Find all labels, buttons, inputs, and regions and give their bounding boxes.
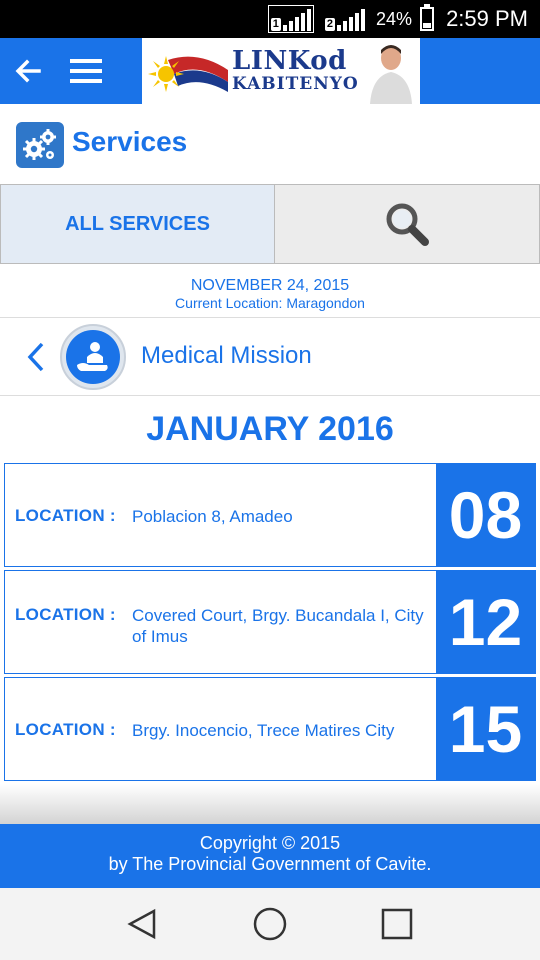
event-day: 08 bbox=[436, 464, 535, 566]
current-date: NOVEMBER 24, 2015 bbox=[190, 277, 350, 294]
arrow-left-icon bbox=[15, 59, 41, 83]
status-bar: 1 2 24% 2:59 PM bbox=[0, 0, 540, 38]
sim1-signal-icon: 1 bbox=[267, 5, 314, 33]
event-item[interactable]: LOCATION : Covered Court, Brgy. Bucandal… bbox=[4, 570, 536, 674]
event-item[interactable]: LOCATION : Brgy. Inocencio, Trece Matire… bbox=[4, 677, 536, 781]
governor-photo bbox=[370, 45, 412, 104]
sim2-signal-icon: 2 bbox=[322, 5, 368, 33]
month-heading: JANUARY 2016 bbox=[146, 410, 394, 448]
event-location-label: LOCATION : bbox=[15, 720, 116, 739]
date-location-info: NOVEMBER 24, 2015 Current Location: Mara… bbox=[0, 264, 540, 318]
nav-home-button[interactable] bbox=[248, 902, 292, 946]
hamburger-menu-icon bbox=[70, 59, 102, 63]
event-location-label: LOCATION : bbox=[15, 506, 116, 525]
category-label: Medical Mission bbox=[141, 342, 312, 369]
nav-recents-button[interactable] bbox=[375, 902, 419, 946]
chevron-left-icon[interactable] bbox=[22, 340, 50, 374]
tab-search[interactable] bbox=[275, 184, 540, 264]
footer-owner: by The Provincial Government of Cavite. bbox=[108, 854, 432, 874]
tab-all-services[interactable]: ALL SERVICES bbox=[0, 184, 275, 264]
gears-icon bbox=[16, 122, 64, 168]
category-row: Medical Mission bbox=[0, 318, 540, 396]
nav-back-button[interactable] bbox=[121, 902, 165, 946]
status-icons: 1 2 24% 2:59 PM bbox=[267, 0, 528, 38]
services-header: Services bbox=[0, 104, 540, 184]
footer-copyright: Copyright © 2015 bbox=[199, 833, 341, 853]
event-location-label: LOCATION : bbox=[15, 605, 116, 624]
event-location: Poblacion 8, Amadeo bbox=[132, 507, 293, 526]
page-title: Services bbox=[72, 126, 188, 157]
app-bar: LINKod KABITENYO bbox=[0, 38, 540, 104]
logo-text: LINKod KABITENYO bbox=[232, 48, 359, 93]
square-recents-icon bbox=[381, 908, 412, 940]
event-day: 12 bbox=[436, 571, 535, 673]
system-nav-bar bbox=[0, 888, 540, 960]
event-location: Covered Court, Brgy. Bucandala I, City o… bbox=[132, 606, 424, 646]
menu-button[interactable] bbox=[66, 51, 106, 91]
event-item[interactable]: LOCATION : Poblacion 8, Amadeo 08 bbox=[4, 463, 536, 567]
battery-charging-icon bbox=[420, 4, 435, 31]
medical-mission-icon bbox=[60, 324, 126, 390]
clock: 2:59 PM bbox=[446, 6, 528, 31]
sun-flag-icon bbox=[148, 56, 228, 92]
app-logo: LINKod KABITENYO bbox=[142, 38, 420, 104]
sim1-label: 1 bbox=[270, 18, 281, 31]
event-location: Brgy. Inocencio, Trece Matires City bbox=[132, 721, 395, 740]
footer: Copyright © 2015 by The Provincial Gover… bbox=[0, 824, 540, 888]
event-day: 15 bbox=[436, 678, 535, 780]
current-location: Current Location: Maragondon bbox=[175, 295, 365, 311]
sim2-label: 2 bbox=[324, 18, 336, 31]
logo-line1: LINKod bbox=[232, 46, 347, 76]
battery-percent: 24% bbox=[376, 8, 413, 29]
back-button[interactable] bbox=[8, 51, 48, 91]
service-tabs: ALL SERVICES bbox=[0, 184, 540, 264]
triangle-back-icon bbox=[127, 908, 156, 940]
circle-home-icon bbox=[253, 907, 287, 941]
magnifier-icon bbox=[386, 203, 429, 246]
logo-line2: KABITENYO bbox=[232, 74, 359, 94]
